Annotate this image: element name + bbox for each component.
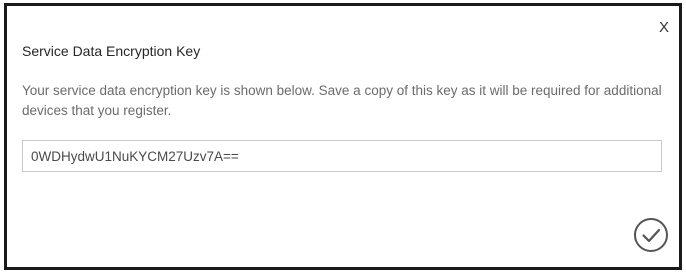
close-button[interactable]: X <box>659 20 669 35</box>
dialog-description: Your service data encryption key is show… <box>22 83 662 118</box>
dialog-title: Service Data Encryption Key <box>22 43 201 59</box>
encryption-key-dialog: X Service Data Encryption Key Your servi… <box>4 3 682 270</box>
encryption-key-field[interactable] <box>22 140 662 172</box>
confirm-button[interactable] <box>633 217 669 253</box>
check-circle-icon <box>634 218 668 252</box>
